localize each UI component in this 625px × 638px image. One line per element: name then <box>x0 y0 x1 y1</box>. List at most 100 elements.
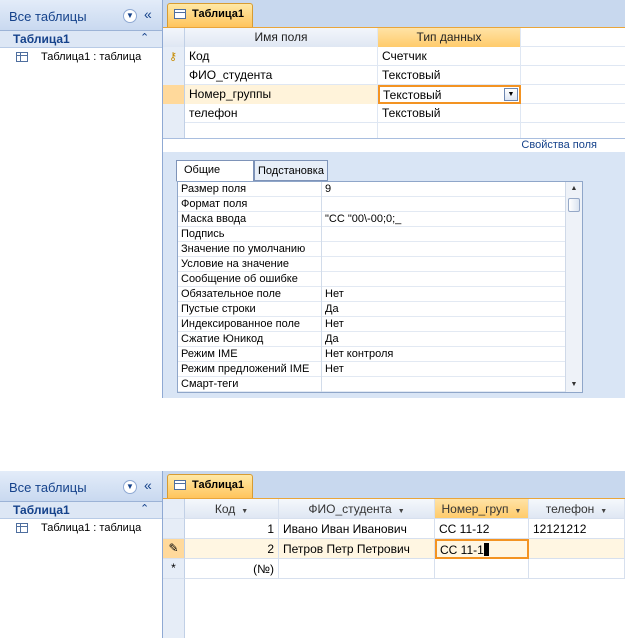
property-value[interactable]: "СС "00\-00;0;_ <box>322 212 562 227</box>
cell-fio[interactable] <box>279 559 435 579</box>
double-chevron-left-icon[interactable]: « <box>144 477 152 493</box>
data-type-select[interactable]: Текстовый ▼ <box>378 85 521 104</box>
row-selector[interactable] <box>163 85 185 104</box>
nav-title: Все таблицы <box>9 480 87 495</box>
field-name-cell[interactable]: телефон <box>185 104 378 123</box>
field-name-cell[interactable]: ФИО_студента <box>185 66 378 85</box>
column-header-field-name[interactable]: Имя поля <box>185 28 378 47</box>
row-selector[interactable]: ⚷ <box>163 47 185 66</box>
cell-group[interactable] <box>435 559 529 579</box>
field-name-cell[interactable]: Номер_группы <box>185 85 378 104</box>
property-row[interactable]: Размер поля 9 <box>178 182 582 197</box>
select-all-corner[interactable] <box>163 499 185 519</box>
nav-item-table1[interactable]: Таблица1 : таблица <box>0 48 162 68</box>
row-selector[interactable] <box>163 66 185 85</box>
cell-group-editing[interactable]: СС 11-1 <box>435 539 529 559</box>
design-view-window: Все таблицы ▼ « Таблица1 ⌃ Таблица1 : та… <box>0 0 625 398</box>
pencil-icon[interactable]: ✎ <box>163 539 185 559</box>
cell-group[interactable]: СС 11-12 <box>435 519 529 539</box>
cell-fio[interactable]: Петров Петр Петрович <box>279 539 435 559</box>
property-value[interactable]: Да <box>322 332 562 347</box>
chevron-down-icon[interactable]: ▼ <box>515 508 522 515</box>
cell-phone[interactable]: 12121212 <box>529 519 625 539</box>
column-header-kod[interactable]: Код ▼ <box>185 499 279 519</box>
property-value[interactable] <box>322 257 562 272</box>
property-value[interactable]: Нет контроля <box>322 347 562 362</box>
scroll-down-icon[interactable]: ▼ <box>566 378 582 392</box>
property-row[interactable]: Индексированное поле Нет <box>178 317 582 332</box>
property-row[interactable]: Значение по умолчанию <box>178 242 582 257</box>
property-value[interactable]: 9 <box>322 182 562 197</box>
property-row[interactable]: Смарт-теги <box>178 377 582 392</box>
chevron-down-icon[interactable]: ▼ <box>398 508 405 515</box>
cell-phone[interactable] <box>529 539 625 559</box>
property-value[interactable] <box>322 197 562 212</box>
chevron-down-icon[interactable]: ▼ <box>123 480 137 494</box>
cell-kod[interactable]: 1 <box>185 519 279 539</box>
property-row[interactable]: Режим IME Нет контроля <box>178 347 582 362</box>
property-row[interactable]: Сжатие Юникод Да <box>178 332 582 347</box>
property-row[interactable]: Условие на значение <box>178 257 582 272</box>
column-header-group[interactable]: Номер_груп ▼ <box>435 499 529 519</box>
property-value[interactable]: Нет <box>322 287 562 302</box>
chevron-down-icon[interactable]: ▼ <box>241 508 248 515</box>
vertical-scrollbar[interactable]: ▲ ▼ <box>565 182 582 392</box>
data-type-cell[interactable]: Текстовый <box>378 66 521 85</box>
property-row[interactable]: Маска ввода "СС "00\-00;0;_ <box>178 212 582 227</box>
property-row[interactable]: Режим предложений IME Нет <box>178 362 582 377</box>
nav-item-table1[interactable]: Таблица1 : таблица <box>0 519 162 539</box>
design-grid-header: Имя поля Тип данных <box>163 28 625 47</box>
column-header-fio[interactable]: ФИО_студента ▼ <box>279 499 435 519</box>
document-tabbar: Таблица1 <box>163 0 625 28</box>
cell-fio[interactable]: Ивано Иван Иванович <box>279 519 435 539</box>
cell-phone[interactable] <box>529 559 625 579</box>
table-row-editing[interactable]: ✎ 2 Петров Петр Петрович СС 11-1 <box>163 539 625 559</box>
property-value[interactable] <box>322 272 562 287</box>
column-header-phone[interactable]: телефон ▼ <box>529 499 625 519</box>
double-chevron-left-icon[interactable]: « <box>144 6 152 22</box>
property-value[interactable] <box>322 377 562 392</box>
nav-group-header[interactable]: Таблица1 ⌃ <box>0 31 162 48</box>
chevron-down-icon[interactable]: ▼ <box>504 88 518 101</box>
nav-header[interactable]: Все таблицы ▼ « <box>0 471 162 502</box>
table-row[interactable]: 1 Ивано Иван Иванович СС 11-12 12121212 <box>163 519 625 539</box>
tab-lookup-label: Подстановка <box>258 165 324 177</box>
property-value[interactable] <box>322 242 562 257</box>
new-record-row[interactable]: * (№) <box>163 559 625 579</box>
row-selector[interactable] <box>163 104 185 123</box>
field-row[interactable]: ⚷ Код Счетчик <box>163 47 625 66</box>
property-row[interactable]: Подпись <box>178 227 582 242</box>
tab-general[interactable]: Общие <box>176 160 254 182</box>
chevron-down-icon[interactable]: ▼ <box>600 508 607 515</box>
property-row[interactable]: Обязательное поле Нет <box>178 287 582 302</box>
property-row[interactable]: Пустые строки Да <box>178 302 582 317</box>
data-type-cell[interactable]: Счетчик <box>378 47 521 66</box>
double-chevron-up-icon[interactable]: ⌃ <box>140 31 149 44</box>
nav-header[interactable]: Все таблицы ▼ « <box>0 0 162 31</box>
field-row[interactable]: телефон Текстовый <box>163 104 625 123</box>
scroll-thumb[interactable] <box>568 198 580 212</box>
tab-lookup[interactable]: Подстановка <box>254 160 328 181</box>
chevron-down-icon[interactable]: ▼ <box>123 9 137 23</box>
new-record-icon[interactable]: * <box>163 559 185 579</box>
datasheet-header: Код ▼ ФИО_студента ▼ Номер_груп ▼ телефон ▼ <box>163 499 625 519</box>
scroll-up-icon[interactable]: ▲ <box>566 182 582 196</box>
cell-kod-new[interactable]: (№) <box>185 559 279 579</box>
double-chevron-up-icon[interactable]: ⌃ <box>140 502 149 515</box>
field-row[interactable]: ФИО_студента Текстовый <box>163 66 625 85</box>
column-header-data-type[interactable]: Тип данных <box>378 28 521 47</box>
property-value[interactable]: Нет <box>322 362 562 377</box>
property-value[interactable]: Нет <box>322 317 562 332</box>
property-row[interactable]: Формат поля <box>178 197 582 212</box>
field-name-cell[interactable]: Код <box>185 47 378 66</box>
tab-table1[interactable]: Таблица1 <box>167 474 253 498</box>
cell-kod[interactable]: 2 <box>185 539 279 559</box>
field-row-current[interactable]: Номер_группы Текстовый ▼ <box>163 85 625 104</box>
property-value[interactable]: Да <box>322 302 562 317</box>
row-selector[interactable] <box>163 519 185 539</box>
data-type-cell[interactable]: Текстовый <box>378 104 521 123</box>
nav-group-header[interactable]: Таблица1 ⌃ <box>0 502 162 519</box>
property-row[interactable]: Сообщение об ошибке <box>178 272 582 287</box>
tab-table1[interactable]: Таблица1 <box>167 3 253 27</box>
property-value[interactable] <box>322 227 562 242</box>
